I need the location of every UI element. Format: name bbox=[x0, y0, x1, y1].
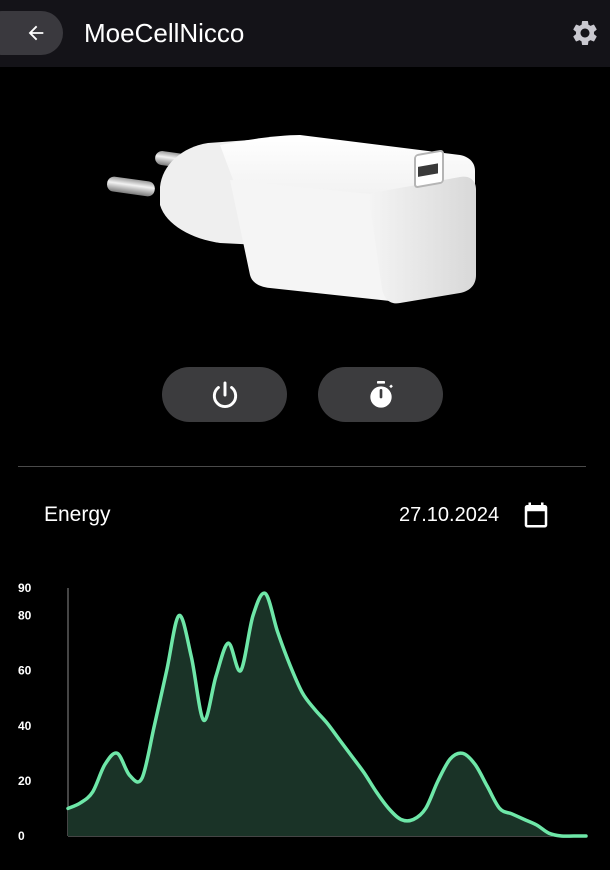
app-screen: MoeCellNicco Energy 27.10.2024 0 20 40 6… bbox=[0, 0, 610, 870]
timer-button[interactable] bbox=[318, 367, 443, 422]
energy-label: Energy bbox=[44, 503, 111, 526]
y-tick-label: 0 bbox=[18, 829, 25, 843]
gear-icon bbox=[573, 20, 597, 45]
back-button[interactable] bbox=[0, 11, 63, 55]
top-app-bar: MoeCellNicco bbox=[0, 0, 610, 67]
settings-button[interactable] bbox=[570, 18, 600, 48]
y-tick-label: 20 bbox=[18, 774, 32, 788]
y-tick-label: 40 bbox=[18, 719, 32, 733]
calendar-button[interactable] bbox=[521, 500, 551, 530]
arrow-left-icon bbox=[28, 25, 44, 41]
charger-image bbox=[107, 135, 476, 304]
power-button[interactable] bbox=[162, 367, 287, 422]
section-divider bbox=[18, 466, 586, 467]
y-tick-label: 90 bbox=[18, 581, 32, 595]
page-title: MoeCellNicco bbox=[84, 18, 245, 48]
stopwatch-icon bbox=[369, 380, 393, 408]
y-tick-label: 80 bbox=[18, 609, 32, 623]
energy-chart: 0 20 40 60 80 90 bbox=[18, 581, 588, 843]
energy-area-fill bbox=[68, 593, 586, 837]
power-icon bbox=[212, 381, 237, 408]
y-tick-label: 60 bbox=[18, 664, 32, 678]
calendar-icon bbox=[524, 502, 548, 528]
date-value[interactable]: 27.10.2024 bbox=[399, 504, 499, 527]
